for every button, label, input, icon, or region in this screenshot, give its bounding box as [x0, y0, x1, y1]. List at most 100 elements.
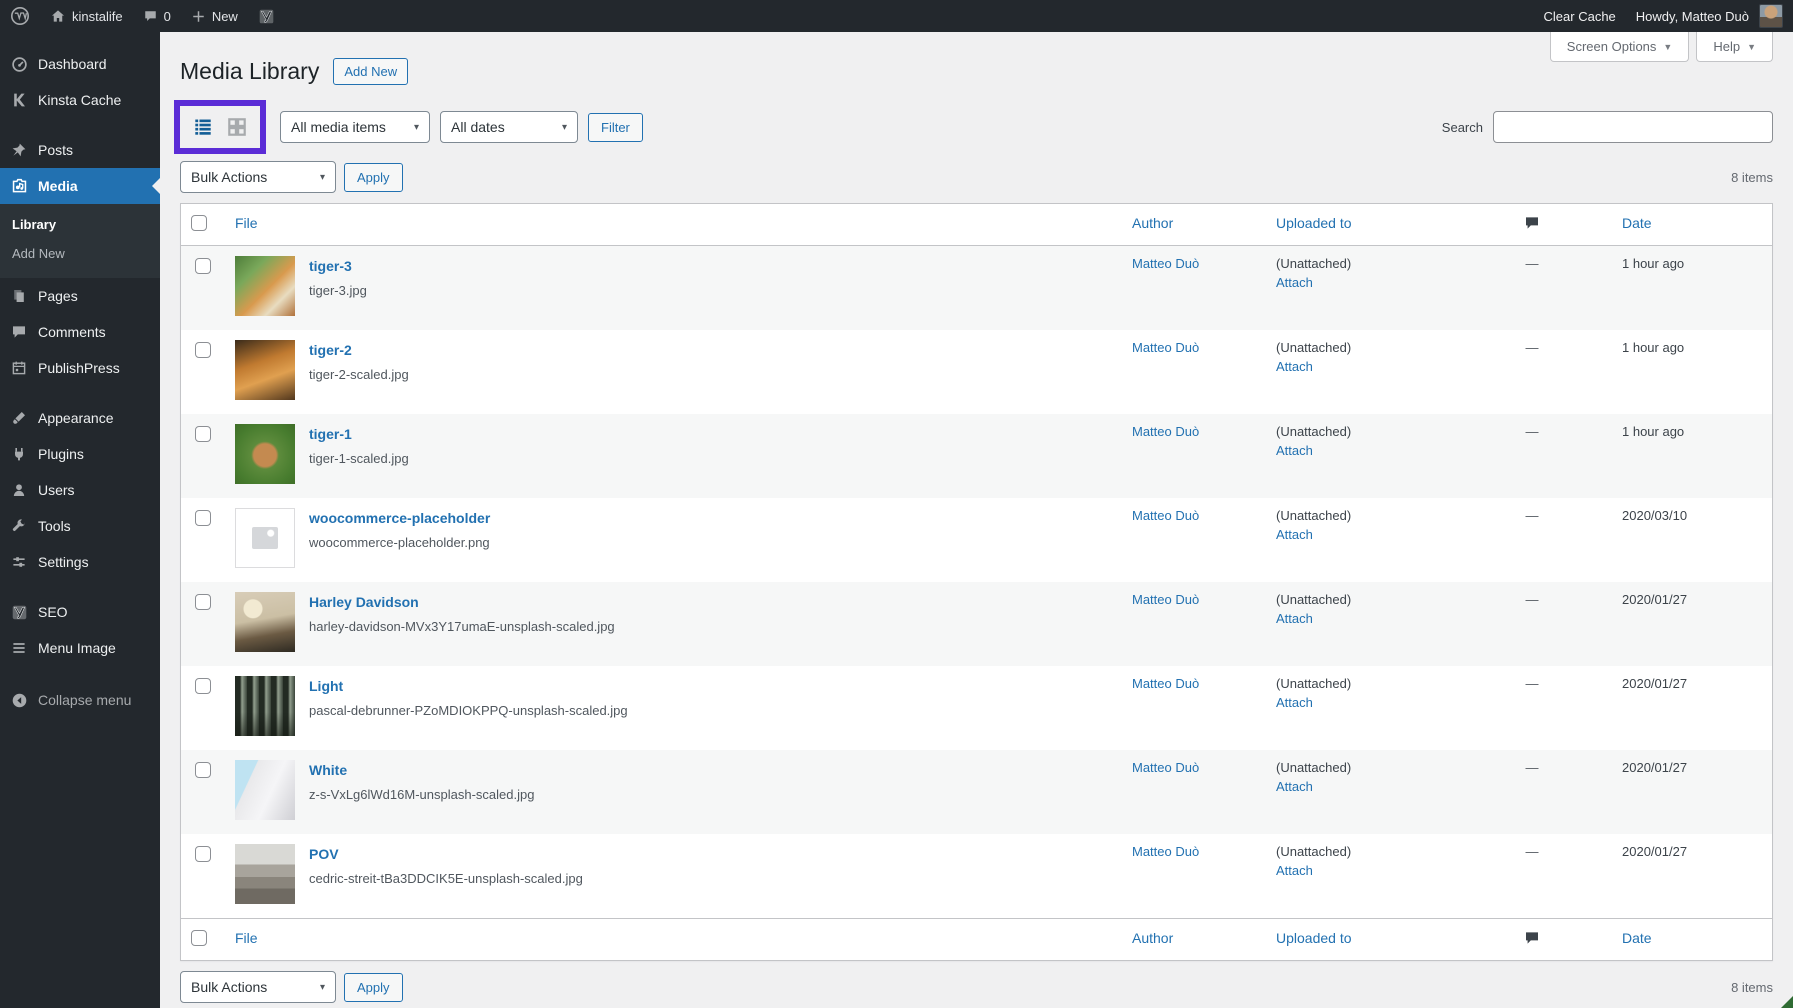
- sidebar-item-plugins[interactable]: Plugins: [0, 436, 160, 472]
- bulk-actions-select[interactable]: Bulk Actions ▾: [180, 161, 336, 193]
- add-new-button[interactable]: Add New: [333, 58, 408, 85]
- media-thumbnail[interactable]: [235, 508, 295, 568]
- media-title-link[interactable]: tiger-1: [309, 426, 409, 442]
- attach-link[interactable]: Attach: [1276, 443, 1442, 458]
- row-checkbox[interactable]: [195, 846, 211, 862]
- row-checkbox[interactable]: [195, 510, 211, 526]
- date-filter-select[interactable]: All dates ▾: [440, 111, 578, 143]
- date-value: 1 hour ago: [1622, 256, 1684, 271]
- bulk-actions-bar-top: Bulk Actions ▾ Apply 8 items: [180, 161, 1773, 193]
- submenu-item-library[interactable]: Library: [0, 210, 160, 239]
- media-title-link[interactable]: tiger-2: [309, 342, 409, 358]
- sidebar-item-seo[interactable]: SEO: [0, 594, 160, 630]
- attach-link[interactable]: Attach: [1276, 695, 1442, 710]
- column-header-file[interactable]: File: [235, 930, 258, 946]
- media-title-link[interactable]: woocommerce-placeholder: [309, 510, 490, 526]
- howdy-menu-item[interactable]: Howdy, Matteo Duò: [1626, 0, 1759, 32]
- yoast-menu-item[interactable]: [248, 0, 285, 32]
- help-button[interactable]: Help ▼: [1696, 32, 1773, 62]
- media-thumbnail[interactable]: [235, 760, 295, 820]
- grid-view-button[interactable]: [224, 114, 250, 140]
- table-row: tiger-1 tiger-1-scaled.jpg Matteo Duò (U…: [181, 414, 1772, 498]
- sidebar-item-tools[interactable]: Tools: [0, 508, 160, 544]
- table-row: Harley Davidson harley-davidson-MVx3Y17u…: [181, 582, 1772, 666]
- select-all-checkbox[interactable]: [191, 930, 207, 946]
- media-type-filter-select[interactable]: All media items ▾: [280, 111, 430, 143]
- media-icon: [10, 177, 28, 195]
- attach-link[interactable]: Attach: [1276, 611, 1442, 626]
- collapse-menu-button[interactable]: Collapse menu: [0, 682, 160, 718]
- row-checkbox[interactable]: [195, 594, 211, 610]
- column-header-date[interactable]: Date: [1622, 215, 1652, 231]
- row-checkbox[interactable]: [195, 426, 211, 442]
- attach-link[interactable]: Attach: [1276, 527, 1442, 542]
- author-link[interactable]: Matteo Duò: [1132, 592, 1199, 607]
- bulk-actions-select[interactable]: Bulk Actions ▾: [180, 971, 336, 1003]
- author-link[interactable]: Matteo Duò: [1132, 760, 1199, 775]
- filter-button[interactable]: Filter: [588, 113, 643, 142]
- date-value: 2020/01/27: [1622, 676, 1687, 691]
- media-thumbnail[interactable]: [235, 592, 295, 652]
- sidebar-item-posts[interactable]: Posts: [0, 132, 160, 168]
- sidebar-item-media[interactable]: Media: [0, 168, 160, 204]
- author-link[interactable]: Matteo Duò: [1132, 676, 1199, 691]
- list-view-button[interactable]: [190, 114, 216, 140]
- new-menu-item[interactable]: New: [181, 0, 248, 32]
- author-link[interactable]: Matteo Duò: [1132, 508, 1199, 523]
- sidebar-item-dashboard[interactable]: Dashboard: [0, 46, 160, 82]
- column-header-uploaded-to[interactable]: Uploaded to: [1276, 215, 1352, 231]
- media-title-link[interactable]: Light: [309, 678, 628, 694]
- sidebar-item-publishpress[interactable]: PublishPress: [0, 350, 160, 386]
- media-thumbnail[interactable]: [235, 676, 295, 736]
- media-title-link[interactable]: tiger-3: [309, 258, 367, 274]
- submenu-item-add-new[interactable]: Add New: [0, 239, 160, 268]
- media-thumbnail[interactable]: [235, 844, 295, 904]
- view-switch-annotation-box: [174, 100, 266, 154]
- select-all-checkbox[interactable]: [191, 215, 207, 231]
- clear-cache-button[interactable]: Clear Cache: [1534, 0, 1626, 32]
- column-header-file[interactable]: File: [235, 215, 258, 231]
- user-avatar[interactable]: [1759, 4, 1783, 28]
- sidebar-item-settings[interactable]: Settings: [0, 544, 160, 580]
- sidebar-item-pages[interactable]: Pages: [0, 278, 160, 314]
- search-input[interactable]: [1493, 111, 1773, 143]
- sidebar-item-menu-image[interactable]: Menu Image: [0, 630, 160, 666]
- screen-options-button[interactable]: Screen Options ▼: [1550, 32, 1690, 62]
- site-menu-item[interactable]: kinstalife: [40, 0, 133, 32]
- media-thumbnail[interactable]: [235, 424, 295, 484]
- plug-icon: [10, 445, 28, 463]
- attach-link[interactable]: Attach: [1276, 275, 1442, 290]
- sidebar-item-appearance[interactable]: Appearance: [0, 400, 160, 436]
- sidebar-item-users[interactable]: Users: [0, 472, 160, 508]
- attach-link[interactable]: Attach: [1276, 359, 1442, 374]
- author-link[interactable]: Matteo Duò: [1132, 844, 1199, 859]
- media-thumbnail[interactable]: [235, 256, 295, 316]
- media-title-link[interactable]: Harley Davidson: [309, 594, 615, 610]
- column-header-uploaded-to[interactable]: Uploaded to: [1276, 930, 1352, 946]
- comment-count: 0: [164, 9, 171, 24]
- column-header-author[interactable]: Author: [1132, 930, 1173, 946]
- author-link[interactable]: Matteo Duò: [1132, 424, 1199, 439]
- author-link[interactable]: Matteo Duò: [1132, 340, 1199, 355]
- media-title-link[interactable]: White: [309, 762, 534, 778]
- row-checkbox[interactable]: [195, 342, 211, 358]
- comments-menu-item[interactable]: 0: [133, 0, 181, 32]
- column-header-date[interactable]: Date: [1622, 930, 1652, 946]
- comments-icon: [10, 323, 28, 341]
- row-checkbox[interactable]: [195, 762, 211, 778]
- wordpress-logo-icon[interactable]: [0, 0, 40, 32]
- apply-button[interactable]: Apply: [344, 163, 403, 192]
- media-title-link[interactable]: POV: [309, 846, 583, 862]
- sidebar-item-kinsta-cache[interactable]: Kinsta Cache: [0, 82, 160, 118]
- author-link[interactable]: Matteo Duò: [1132, 256, 1199, 271]
- column-header-author[interactable]: Author: [1132, 215, 1173, 231]
- pushpin-icon: [10, 141, 28, 159]
- sidebar-item-comments[interactable]: Comments: [0, 314, 160, 350]
- row-checkbox[interactable]: [195, 678, 211, 694]
- attach-link[interactable]: Attach: [1276, 779, 1442, 794]
- media-thumbnail[interactable]: [235, 340, 295, 400]
- attach-link[interactable]: Attach: [1276, 863, 1442, 878]
- filter-bar: All media items ▾ All dates ▾ Filter Sea…: [180, 99, 1773, 155]
- apply-button[interactable]: Apply: [344, 973, 403, 1002]
- row-checkbox[interactable]: [195, 258, 211, 274]
